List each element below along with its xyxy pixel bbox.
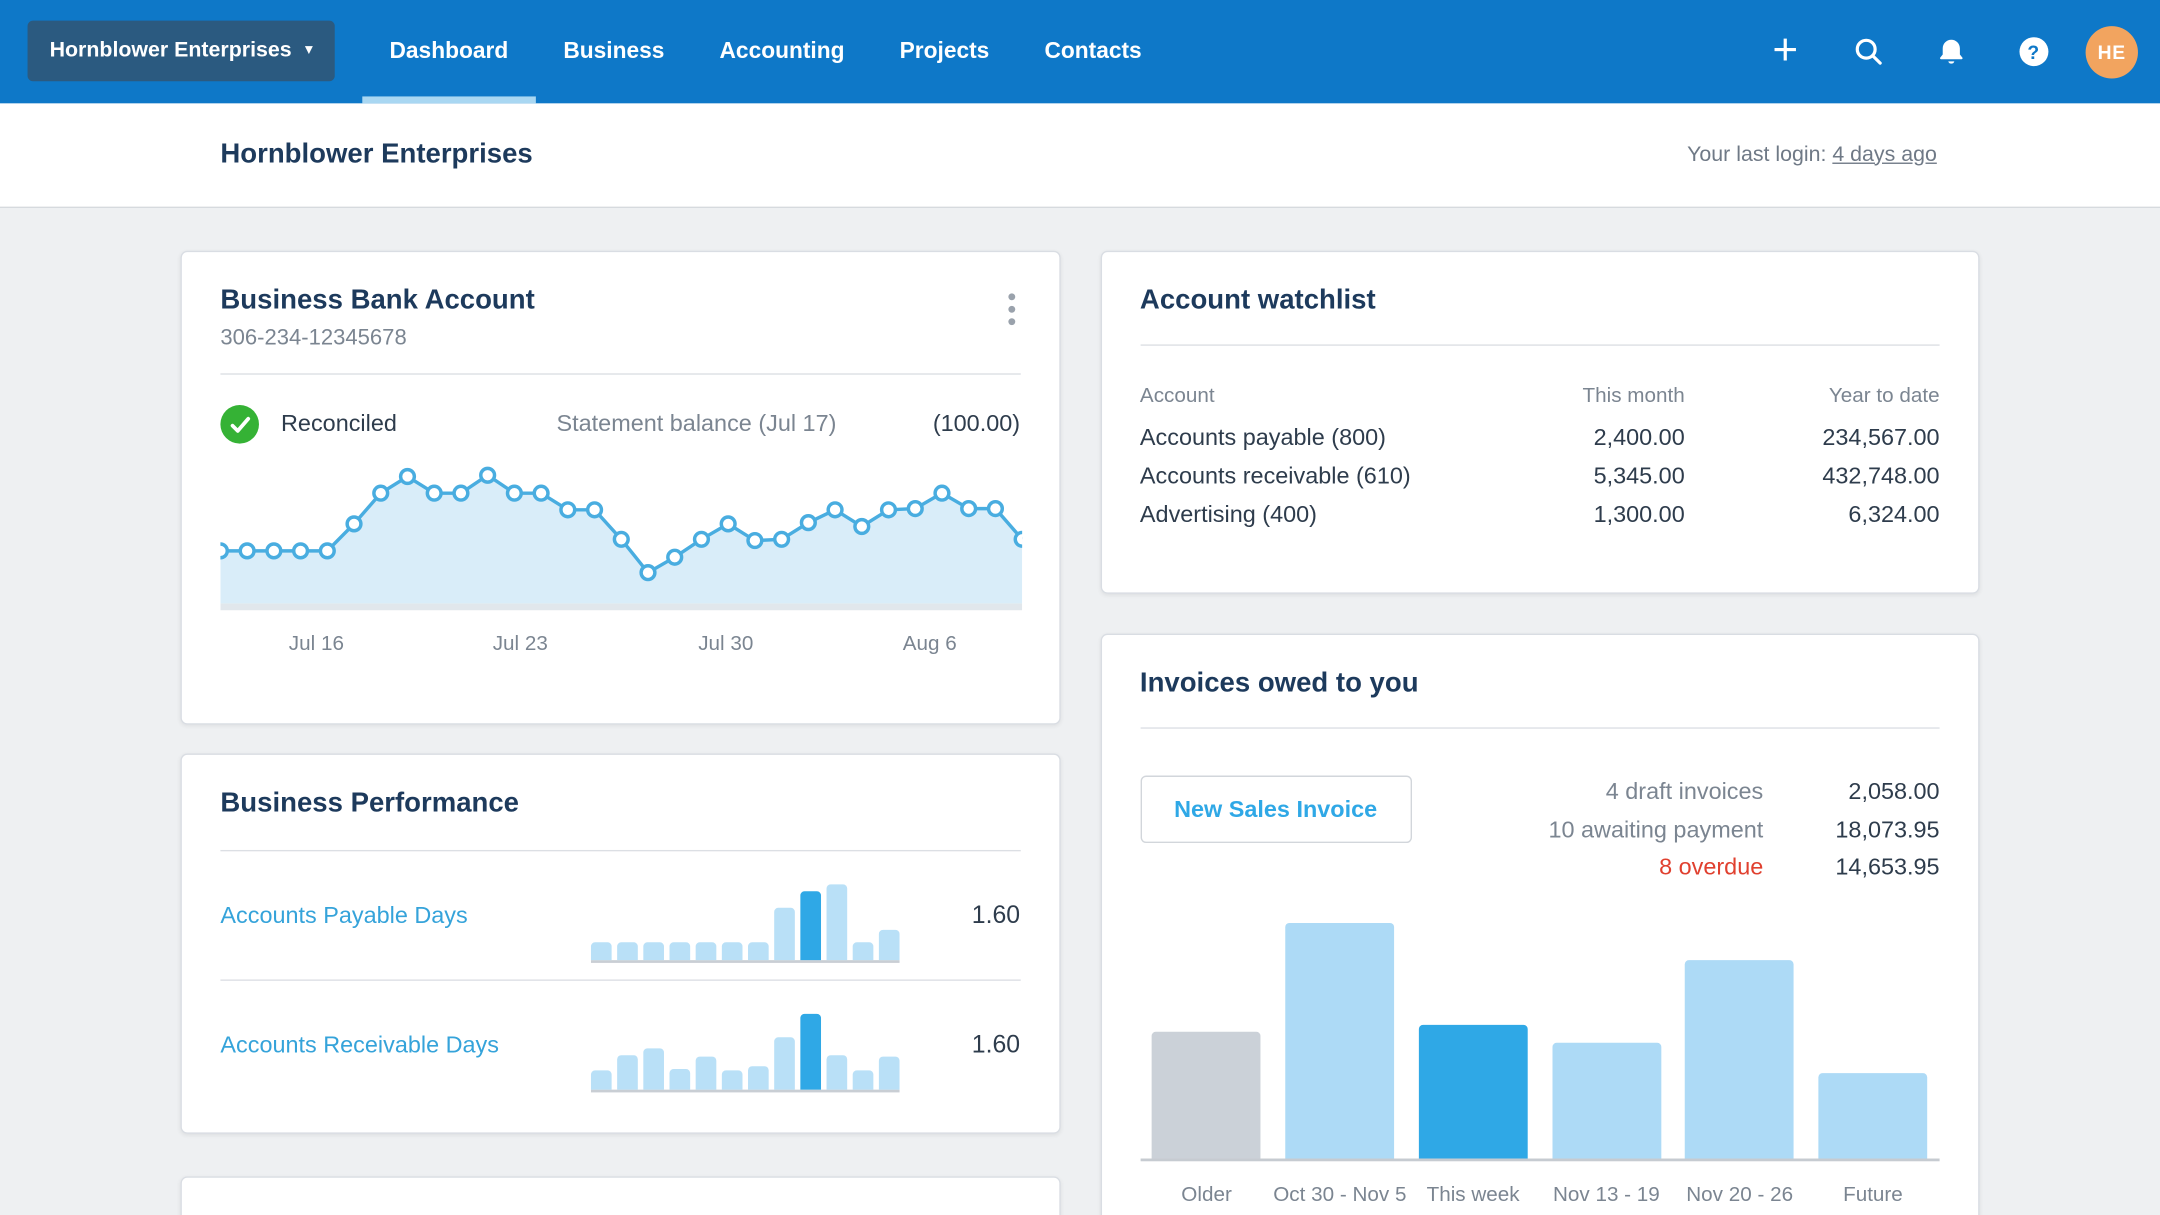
org-name: Hornblower Enterprises [49, 38, 292, 62]
divider [220, 373, 1021, 375]
bar-0 [1140, 1031, 1273, 1158]
screen: Hornblower Enterprises ▾ Dashboard Busin… [0, 0, 2160, 1215]
bar-5 [1806, 1072, 1939, 1158]
last-login-link[interactable]: 4 days ago [1832, 143, 1936, 166]
divider [1139, 344, 1940, 346]
dashboard-content: Business Bank Account 306-234-12345678 R… [0, 208, 2160, 1215]
invoices-bar-chart: Older Oct 30 - Nov 5 This week Nov 13 - … [1139, 922, 1940, 1206]
perf-row-payable: Accounts Payable Days 1.60 [220, 851, 1020, 979]
chart-x-labels: Jul 16 Jul 23 Jul 30 Aug 6 [220, 632, 1020, 665]
search-button[interactable] [1838, 0, 1899, 103]
help-button[interactable]: ? [2003, 0, 2064, 103]
search-icon [1854, 38, 1882, 65]
statement-balance-label: Statement balance (Jul 17) [556, 410, 837, 437]
table-row: Advertising (400) 1,300.00 6,324.00 [1139, 501, 1940, 528]
primary-tabs: Dashboard Business Accounting Projects C… [361, 0, 1169, 104]
table-row: Accounts payable (800) 2,400.00 234,567.… [1139, 424, 1940, 451]
invoice-summary: 4 draft invoices 2,058.00 10 awaiting pa… [1548, 773, 1939, 887]
invoices-owed-title: Invoices owed to you [1139, 668, 1419, 699]
nav-actions: + ? HE [1733, 0, 2160, 103]
draft-invoices-row: 4 draft invoices 2,058.00 [1548, 773, 1940, 811]
column-header: This month [1582, 384, 1685, 408]
last-login-label: Your last login: [1687, 142, 1827, 166]
add-button[interactable]: + [1755, 0, 1816, 103]
awaiting-payment-row: 10 awaiting payment 18,073.95 [1548, 811, 1939, 849]
kebab-menu-icon[interactable] [1002, 285, 1020, 337]
x-label: Oct 30 - Nov 5 [1273, 1182, 1407, 1207]
check-icon [220, 404, 259, 444]
business-performance-title: Business Performance [220, 787, 520, 819]
account-watchlist-title: Account watchlist [1139, 285, 1376, 316]
bar-1 [1273, 922, 1406, 1158]
tab-dashboard[interactable]: Dashboard [361, 0, 537, 104]
last-login: Your last login: 4 days ago [1687, 143, 1937, 168]
tab-accounting[interactable]: Accounting [692, 0, 872, 103]
x-label: Jul 16 [288, 632, 344, 656]
divider [1139, 727, 1940, 729]
perf-row-receivable: Accounts Receivable Days 1.60 [220, 981, 1020, 1109]
bar-3 [1540, 1042, 1673, 1158]
awaiting-payment-value: 18,073.95 [1835, 816, 1940, 843]
new-sales-invoice-button[interactable]: New Sales Invoice [1139, 775, 1412, 844]
x-label: Jul 23 [492, 632, 548, 656]
overdue-row: 8 overdue 14,653.95 [1548, 849, 1940, 887]
watchlist-table: Account This month Year to date Accounts… [1140, 384, 1940, 534]
x-label: Nov 20 - 26 [1686, 1182, 1794, 1207]
chevron-down-icon: ▾ [305, 42, 313, 58]
column-header: Account [1139, 384, 1215, 408]
plus-icon: + [1772, 24, 1799, 75]
chart-axis [1139, 1157, 1940, 1161]
partially-visible-card [180, 1176, 1061, 1215]
statement-balance-value: (100.00) [932, 410, 1021, 437]
bar-4 [1673, 959, 1806, 1158]
awaiting-payment-label[interactable]: 10 awaiting payment [1548, 811, 1763, 849]
reconciled-status: Reconciled [281, 410, 397, 437]
tab-contacts[interactable]: Contacts [1017, 0, 1169, 103]
business-performance-card: Business Performance Accounts Payable Da… [180, 753, 1061, 1134]
account-watchlist-card: Account watchlist Account This month Yea… [1099, 250, 1980, 594]
x-label: Aug 6 [902, 632, 957, 656]
invoices-owed-card: Invoices owed to you New Sales Invoice 4… [1099, 633, 1980, 1215]
receivable-days-sparkline [590, 1013, 899, 1093]
avatar[interactable]: HE [2085, 25, 2138, 78]
overdue-label[interactable]: 8 overdue [1659, 849, 1763, 887]
table-row: Accounts receivable (610) 5,345.00 432,7… [1139, 462, 1940, 490]
org-switcher-button[interactable]: Hornblower Enterprises ▾ [27, 20, 335, 82]
page-header: Hornblower Enterprises Your last login: … [0, 103, 2160, 209]
overdue-value: 14,653.95 [1835, 854, 1940, 881]
payable-days-sparkline [590, 884, 899, 963]
draft-invoices-value: 2,058.00 [1848, 778, 1940, 805]
x-label: Nov 13 - 19 [1552, 1182, 1660, 1207]
tab-business[interactable]: Business [536, 0, 692, 103]
bar-2 [1406, 1024, 1539, 1158]
page-title: Hornblower Enterprises [220, 139, 533, 170]
top-navigation: Hornblower Enterprises ▾ Dashboard Busin… [0, 0, 2160, 104]
chart-x-labels: Older Oct 30 - Nov 5 This week Nov 13 - … [1140, 1183, 1940, 1206]
bank-account-number: 306-234-12345678 [220, 326, 407, 350]
help-icon: ? [2018, 37, 2048, 67]
bank-balance-chart: Jul 16 Jul 23 Jul 30 Aug 6 [211, 466, 1031, 666]
column-header: Year to date [1828, 384, 1940, 408]
draft-invoices-label[interactable]: 4 draft invoices [1606, 773, 1764, 811]
accounts-receivable-days-link[interactable]: Accounts Receivable Days [220, 1031, 499, 1059]
tab-projects[interactable]: Projects [872, 0, 1017, 103]
notifications-button[interactable] [1920, 0, 1981, 103]
bell-icon [1939, 39, 1962, 63]
x-label: Older [1181, 1182, 1232, 1207]
bank-account-card: Business Bank Account 306-234-12345678 R… [180, 250, 1061, 725]
receivable-days-value: 1.60 [971, 1030, 1021, 1058]
accounts-payable-days-link[interactable]: Accounts Payable Days [220, 902, 467, 930]
x-label: This week [1426, 1182, 1520, 1207]
x-label: Future [1843, 1182, 1903, 1207]
bank-account-title: Business Bank Account [220, 285, 535, 316]
x-label: Jul 30 [698, 632, 754, 656]
payable-days-value: 1.60 [971, 900, 1021, 929]
